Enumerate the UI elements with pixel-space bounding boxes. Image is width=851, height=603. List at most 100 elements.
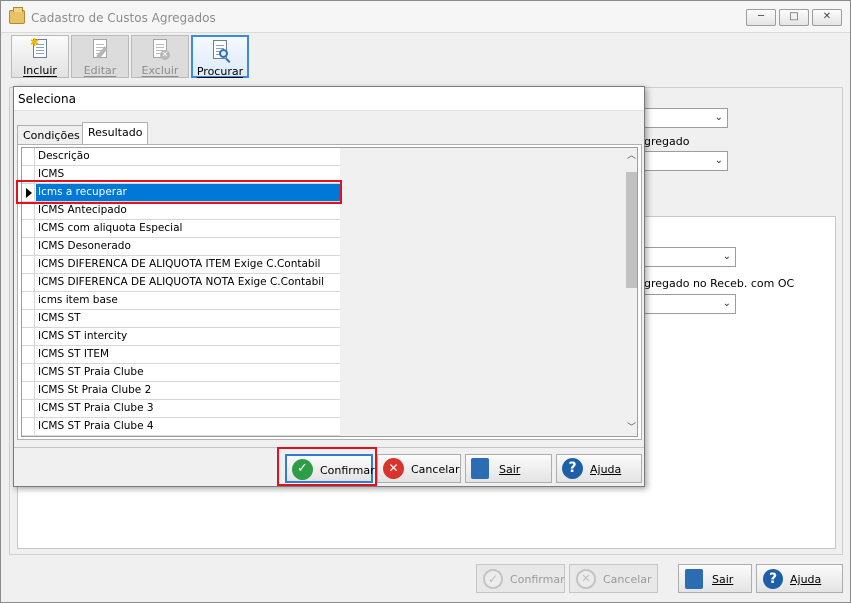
grid-row[interactable]: ICMS DIFERENCA DE ALIQUOTA ITEM Exige C.… [22,256,340,274]
chevron-down-icon: ⌄ [714,112,723,123]
row-indicator [22,346,35,363]
minimize-button[interactable]: ─ [746,9,776,26]
grid-cell-descricao: ICMS ST ITEM [38,348,110,360]
row-indicator [22,220,35,237]
dialog-title: Seleciona [18,92,76,106]
editar-label: Editar [83,64,117,77]
grid-scrollbar[interactable]: ︿ ﹀ [624,148,637,436]
delete-document-icon: ✕ [150,39,170,61]
tab-resultado-label: Resultado [88,126,143,139]
dialog-exit-button[interactable]: Sair [465,454,552,483]
search-document-icon [210,40,230,62]
procurar-label: Procurar [196,65,244,78]
procurar-button[interactable]: Procurar [191,35,249,78]
grid-cell-descricao: ICMS ST Praia Clube 4 [38,420,154,432]
dialog-help-button[interactable]: ? Ajuda [556,454,642,483]
main-exit-button[interactable]: Sair [678,564,752,593]
grid-row[interactable]: ICMS ST Praia Clube 3 [22,400,340,418]
incluir-button[interactable]: ✱ Incluir [11,35,69,78]
grid-row[interactable]: ICMS ST intercity [22,328,340,346]
scroll-up-icon[interactable]: ︿ [624,148,637,164]
form-select-2[interactable]: ⌄ [641,151,728,171]
excluir-label: Excluir [141,64,179,77]
exit-door-icon [471,458,489,479]
maximize-button[interactable]: □ [779,9,809,26]
grid-cell-descricao: ICMS Antecipado [38,204,127,216]
dialog-title-bar: Seleciona [14,87,644,111]
row-indicator [22,202,35,219]
dialog-cancel-label: Cancelar [411,463,460,476]
grid-row[interactable]: ICMS ST Praia Clube [22,364,340,382]
row-indicator [22,256,35,273]
grid-row[interactable]: ICMS ST ITEM [22,346,340,364]
dialog-cancel-button[interactable]: ✕ Cancelar [377,454,461,483]
excluir-button: ✕ Excluir [131,35,189,78]
grid-row[interactable]: ICMS ST [22,310,340,328]
row-indicator [22,364,35,381]
grid-cell-descricao: ICMS St Praia Clube 2 [38,384,152,396]
close-button[interactable]: ✕ [812,9,842,26]
grid-row[interactable]: ICMS com aliquota Especial [22,220,340,238]
tab-resultado[interactable]: Resultado [82,122,149,145]
grid-cell-descricao: ICMS ST Praia Clube [38,366,144,378]
row-indicator [22,328,35,345]
form-label-agregado: gregado [644,135,690,148]
select-dialog: Seleciona Condições Resultado Descrição … [13,86,645,487]
row-indicator [22,148,35,165]
form-select-4[interactable]: ⌄ [641,294,736,314]
main-window: Cadastro de Custos Agregados ─ □ ✕ ✱ Inc… [0,0,851,603]
grid-row[interactable]: ICMS Antecipado [22,202,340,220]
grid-cell-descricao: ICMS [38,168,65,180]
main-help-button[interactable]: ? Ajuda [756,564,843,593]
form-select-3[interactable]: ⌄ [641,247,736,267]
row-indicator [22,310,35,327]
exit-door-icon [685,569,703,589]
dialog-exit-label: Sair [499,463,521,476]
chevron-down-icon: ⌄ [722,298,731,309]
main-confirm-label: Confirmar [510,573,565,586]
grid-header-label: Descrição [38,150,90,162]
grid-row[interactable]: ICMS Desonerado [22,238,340,256]
grid-header[interactable]: Descrição [22,148,340,166]
grid-cell-descricao: ICMS ST Praia Clube 3 [38,402,154,414]
cancel-icon: ✕ [383,458,404,479]
box-app-icon [9,7,25,24]
highlight-selected-row [16,180,342,204]
form-select-1[interactable]: ⌄ [641,108,728,128]
main-help-label: Ajuda [790,573,822,586]
row-indicator [22,238,35,255]
tab-condicoes-label: Condições [23,129,80,142]
row-indicator [22,274,35,291]
dialog-help-label: Ajuda [590,463,622,476]
scroll-thumb[interactable] [626,172,637,288]
cancel-icon: ✕ [576,569,596,589]
main-cancel-button: ✕ Cancelar [569,564,658,593]
editar-button: Editar [71,35,129,78]
toolbar: ✱ Incluir Editar ✕ Excluir Procurar [9,34,847,79]
check-icon: ✓ [483,569,503,589]
grid-cell-descricao: icms item base [38,294,118,306]
grid-cell-descricao: ICMS ST intercity [38,330,128,342]
highlight-confirm-button [277,447,377,486]
form-label-receb: gregado no Receb. com OC [644,277,795,290]
grid-cell-descricao: ICMS Desonerado [38,240,131,252]
help-icon: ? [562,458,583,479]
grid-row[interactable]: ICMS St Praia Clube 2 [22,382,340,400]
incluir-label: Incluir [23,64,57,77]
main-confirm-button: ✓ Confirmar [476,564,565,593]
grid-row[interactable]: ICMS DIFERENCA DE ALIQUOTA NOTA Exige C.… [22,274,340,292]
main-cancel-label: Cancelar [603,573,652,586]
grid-cell-descricao: ICMS com aliquota Especial [38,222,183,234]
chevron-down-icon: ⌄ [722,251,731,262]
help-icon: ? [763,569,783,589]
grid-row[interactable]: icms item base [22,292,340,310]
row-indicator [22,382,35,399]
scroll-down-icon[interactable]: ﹀ [624,420,637,436]
grid-row[interactable]: ICMS ST Praia Clube 4 [22,418,340,436]
window-title: Cadastro de Custos Agregados [31,11,216,25]
grid-cell-descricao: ICMS ST [38,312,81,324]
grid-cell-descricao: ICMS DIFERENCA DE ALIQUOTA ITEM Exige C.… [38,258,321,270]
tab-condicoes[interactable]: Condições [17,125,86,144]
title-bar: Cadastro de Custos Agregados ─ □ ✕ [1,1,850,33]
row-indicator [22,418,35,435]
